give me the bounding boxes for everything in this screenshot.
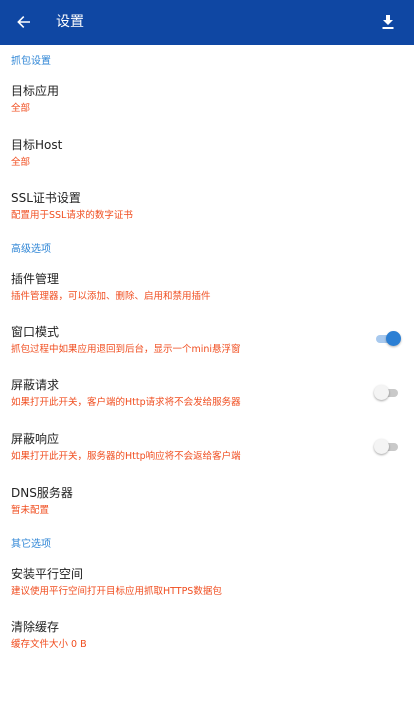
- setting-clear-cache[interactable]: 清除缓存 缓存文件大小 0 B: [0, 619, 414, 661]
- block-request-toggle[interactable]: [374, 384, 400, 402]
- section-header-advanced: 高级选项: [11, 244, 51, 255]
- setting-summary: 插件管理器，可以添加、删除、启用和禁用插件: [11, 291, 211, 302]
- setting-target-app[interactable]: 目标应用 全部: [0, 83, 414, 125]
- setting-dns-server[interactable]: DNS服务器 暂未配置: [0, 485, 414, 527]
- setting-install-parallel-space[interactable]: 安装平行空间 建议使用平行空间打开目标应用抓取HTTPS数据包: [0, 566, 414, 608]
- app-bar: 设置: [0, 0, 414, 45]
- setting-block-response[interactable]: 屏蔽响应 如果打开此开关，服务器的Http响应将不会返给客户端: [0, 431, 414, 473]
- section-header-capture: 抓包设置: [11, 56, 51, 67]
- setting-label: 安装平行空间: [11, 567, 84, 581]
- setting-label: 插件管理: [11, 272, 60, 286]
- setting-label: 屏蔽响应: [11, 432, 60, 446]
- setting-label: 目标Host: [11, 138, 63, 152]
- back-button[interactable]: [10, 8, 38, 36]
- setting-ssl-certificate[interactable]: SSL证书设置 配置用于SSL请求的数字证书: [0, 190, 414, 232]
- setting-label: 目标应用: [11, 84, 60, 98]
- setting-label: 窗口模式: [11, 325, 60, 339]
- setting-summary: 建议使用平行空间打开目标应用抓取HTTPS数据包: [11, 586, 222, 597]
- toggle-thumb: [374, 385, 389, 400]
- block-response-toggle[interactable]: [374, 438, 400, 456]
- setting-summary: 如果打开此开关，客户端的Http请求将不会发给服务器: [11, 397, 241, 408]
- arrow-left-icon: [17, 16, 30, 28]
- toggle-thumb: [386, 331, 401, 346]
- setting-summary: 全部: [11, 103, 31, 114]
- setting-label: SSL证书设置: [11, 191, 81, 205]
- setting-summary: 配置用于SSL请求的数字证书: [11, 210, 133, 221]
- setting-target-host[interactable]: 目标Host 全部: [0, 137, 414, 179]
- page-title: 设置: [56, 14, 84, 30]
- setting-label: DNS服务器: [11, 486, 73, 500]
- window-mode-toggle[interactable]: [374, 330, 401, 348]
- download-button[interactable]: [374, 8, 402, 36]
- setting-block-request[interactable]: 屏蔽请求 如果打开此开关，客户端的Http请求将不会发给服务器: [0, 377, 414, 419]
- setting-summary: 暂未配置: [11, 505, 50, 516]
- setting-plugin-manager[interactable]: 插件管理 插件管理器，可以添加、删除、启用和禁用插件: [0, 271, 414, 313]
- setting-summary: 如果打开此开关，服务器的Http响应将不会返给客户端: [11, 451, 241, 462]
- setting-summary: 缓存文件大小 0 B: [11, 639, 87, 650]
- toggle-thumb: [374, 439, 389, 454]
- setting-label: 屏蔽请求: [11, 378, 60, 392]
- section-header-other: 其它选项: [11, 539, 51, 550]
- setting-summary: 全部: [11, 157, 31, 168]
- setting-label: 清除缓存: [11, 620, 60, 634]
- download-icon: [382, 15, 394, 29]
- setting-window-mode[interactable]: 窗口模式 抓包过程中如果应用退回到后台，显示一个mini悬浮窗: [0, 324, 414, 366]
- setting-summary: 抓包过程中如果应用退回到后台，显示一个mini悬浮窗: [11, 344, 241, 355]
